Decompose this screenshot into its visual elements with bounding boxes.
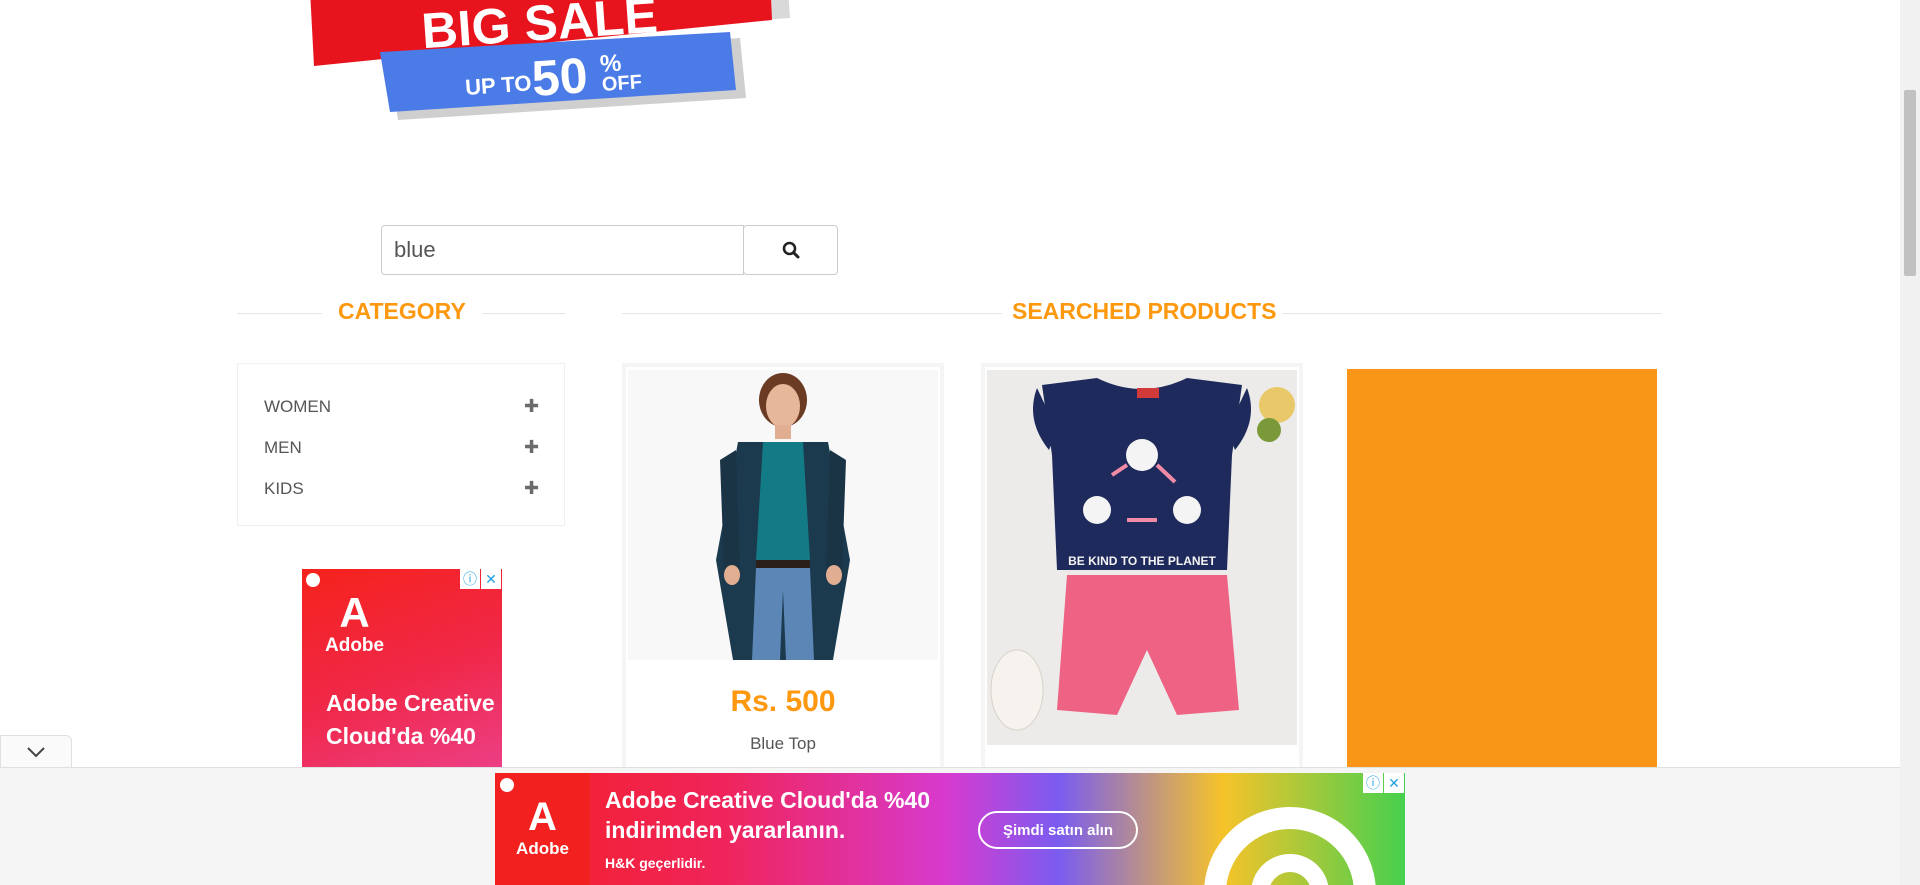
- ad-info-icon[interactable]: ⓘ: [460, 569, 480, 589]
- search-bar: [381, 225, 838, 275]
- category-item-label: WOMEN: [264, 396, 332, 416]
- product-card: Rs. 500 Blue Top: [622, 363, 944, 783]
- plus-icon[interactable]: ✚: [524, 478, 539, 499]
- scrollbar-thumb[interactable]: [1904, 90, 1916, 276]
- products-title: SEARCHED PRODUCTS: [1012, 298, 1277, 324]
- buy-now-button[interactable]: Şimdi satın alın: [978, 811, 1138, 849]
- search-input[interactable]: [381, 225, 744, 275]
- close-icon[interactable]: ✕: [481, 569, 501, 589]
- search-icon: [782, 241, 799, 259]
- ad-brand: Adobe: [325, 635, 385, 656]
- adobe-logo-icon: A: [339, 589, 370, 636]
- category-title: CATEGORY: [338, 298, 466, 324]
- sale-banner[interactable]: BIG SALE UP TO 50 % OFF: [300, 0, 800, 140]
- plus-icon[interactable]: ✚: [524, 437, 539, 458]
- category-item-men[interactable]: MEN ✚: [264, 427, 539, 468]
- search-button[interactable]: [743, 225, 838, 275]
- svg-text:BE KIND TO THE PLANET: BE KIND TO THE PLANET: [1068, 554, 1216, 568]
- category-item-women[interactable]: WOMEN ✚: [264, 386, 539, 427]
- ad-choices-icon[interactable]: [306, 573, 320, 587]
- collapse-ad-button[interactable]: [0, 735, 72, 768]
- page: BIG SALE UP TO 50 % OFF CATEGORY WOMEN ✚…: [0, 0, 1920, 885]
- ad-brand: Adobe: [516, 839, 569, 858]
- category-title-line-right: [482, 313, 565, 314]
- bottom-ad-subtitle: H&K geçerlidir.: [605, 855, 706, 871]
- ad-info-icon[interactable]: ⓘ: [1363, 773, 1383, 793]
- close-icon[interactable]: ✕: [1384, 773, 1404, 793]
- product-name: Blue Top: [750, 734, 816, 753]
- products-title-line-right: [1282, 313, 1662, 314]
- product-card: [1340, 363, 1662, 783]
- category-panel: WOMEN ✚ MEN ✚ KIDS ✚: [237, 363, 565, 526]
- scrollbar[interactable]: [1900, 0, 1920, 885]
- bottom-ad[interactable]: A Adobe Adobe Creative Cloud'da %40 indi…: [495, 773, 1405, 885]
- bottom-ad-title: Adobe Creative Cloud'da %40 indirimden y…: [605, 787, 930, 843]
- product-price: Rs. 500: [730, 685, 836, 718]
- side-ad-text: Adobe Creative Cloud'da %40: [326, 690, 495, 749]
- creative-cloud-icon: [1204, 807, 1376, 885]
- ad-controls: ⓘ ✕: [460, 569, 501, 589]
- adobe-logo-icon: A: [528, 795, 557, 839]
- products-title-line-left: [622, 313, 1002, 314]
- banner-up-to: UP TO: [464, 70, 532, 100]
- ad-choices-icon[interactable]: [500, 778, 514, 792]
- product-image[interactable]: [1347, 369, 1657, 779]
- category-item-label: KIDS: [264, 478, 304, 498]
- adobe-logo: A Adobe: [325, 591, 384, 657]
- product-card: BE KIND TO THE PLANET: [981, 363, 1303, 783]
- banner-off: OFF: [601, 71, 642, 96]
- chevron-down-icon: [27, 747, 45, 758]
- side-ad[interactable]: ⓘ ✕ A Adobe Adobe Creative Cloud'da %40: [302, 569, 502, 769]
- plus-icon[interactable]: ✚: [524, 396, 539, 417]
- product-image[interactable]: BE KIND TO THE PLANET: [987, 370, 1297, 745]
- category-title-line-left: [237, 313, 322, 314]
- product-image[interactable]: [628, 370, 938, 660]
- ad-controls: ⓘ ✕: [1363, 773, 1404, 793]
- category-item-kids[interactable]: KIDS ✚: [264, 468, 539, 509]
- banner-percent: 50: [530, 47, 589, 107]
- category-item-label: MEN: [264, 437, 302, 457]
